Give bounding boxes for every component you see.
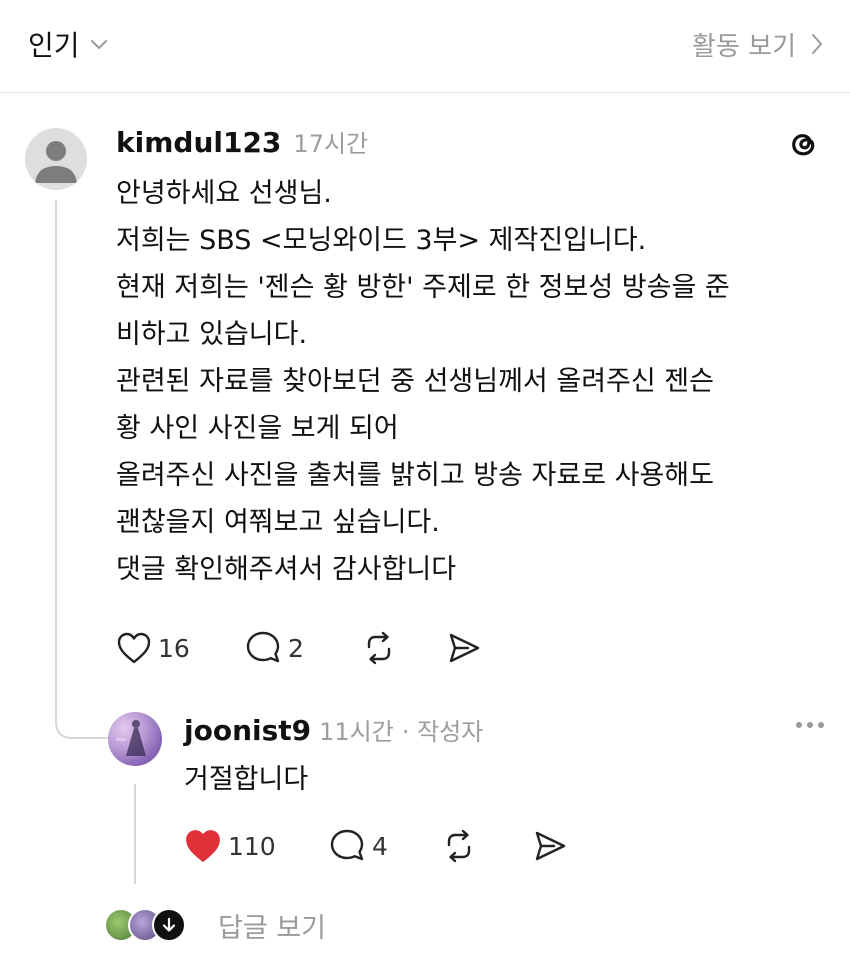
post-username[interactable]: kimdul123	[116, 126, 281, 159]
dot-icon	[807, 722, 813, 728]
post-body: 안녕하세요 선생님. 저희는 SBS <모닝와이드 3부> 제작진입니다. 현재…	[116, 170, 730, 593]
post-text-line: 올려주신 사진을 출처를 밝히고 방송 자료로 사용해도	[116, 460, 714, 491]
like-count: 110	[228, 831, 276, 861]
chevron-right-icon	[812, 34, 822, 54]
more-options-button[interactable]	[796, 716, 824, 734]
thread-curve	[55, 700, 110, 739]
repost-button[interactable]	[362, 631, 446, 665]
comment-count: 2	[288, 633, 304, 663]
reply-header: joonist9 11시간 · 작성자	[184, 712, 483, 747]
default-user-icon	[35, 141, 77, 183]
avatar-image	[116, 720, 146, 756]
chevron-down-circle-icon	[152, 908, 186, 942]
share-button[interactable]	[532, 829, 568, 863]
like-count: 16	[158, 633, 190, 663]
dot-icon	[818, 722, 824, 728]
comment-icon	[330, 829, 364, 861]
reply-avatar[interactable]	[108, 712, 162, 766]
post-text-line: 괜찮을지 여쭤보고 싶습니다.	[116, 507, 440, 538]
chevron-down-icon	[90, 40, 107, 49]
like-button[interactable]: 16	[116, 631, 244, 665]
heart-icon	[117, 632, 151, 664]
arrow-down-icon	[162, 917, 176, 932]
reply-thread-line	[134, 784, 136, 884]
repost-icon	[367, 631, 391, 665]
post-text-line: 현재 저희는 '젠슨 황 방한' 주제로 한 정보성 방송을 준	[116, 272, 730, 303]
view-replies-label: 답글 보기	[218, 912, 326, 944]
post-text-line: 저희는 SBS <모닝와이드 3부> 제작진입니다.	[116, 225, 647, 256]
threads-logo-icon[interactable]	[786, 126, 822, 162]
view-activity-link[interactable]: 활동 보기	[692, 22, 826, 66]
sort-label: 인기	[28, 29, 80, 62]
post-text-line: 황 사인 사진을 보게 되어	[116, 413, 399, 444]
dot-icon	[796, 722, 802, 728]
post-header: kimdul123 17시간	[116, 124, 368, 159]
header-divider	[0, 92, 850, 93]
comment-button[interactable]: 2	[244, 630, 362, 666]
author-badge: · 작성자	[401, 718, 484, 746]
view-activity-label: 활동 보기	[692, 31, 796, 62]
thread-line	[55, 200, 57, 720]
send-icon	[535, 831, 566, 861]
reply-timestamp: 11시간	[319, 718, 394, 746]
repost-icon	[447, 829, 471, 863]
post-text-line: 댓글 확인해주셔서 감사합니다	[116, 554, 457, 585]
reply-avatar-stack	[104, 908, 196, 942]
like-button[interactable]: 110	[184, 828, 328, 864]
post-text-line: 비하고 있습니다.	[116, 319, 308, 350]
repost-button[interactable]	[442, 829, 532, 863]
share-button[interactable]	[446, 631, 482, 665]
reply-text: 거절합니다	[184, 764, 309, 795]
post-timestamp: 17시간	[293, 130, 369, 158]
post-text-line: 안녕하세요 선생님.	[116, 178, 332, 209]
view-replies-row[interactable]: 답글 보기	[104, 905, 326, 945]
comment-count: 4	[372, 831, 388, 861]
comment-icon	[246, 631, 280, 663]
send-icon	[449, 633, 480, 663]
avatar[interactable]	[25, 128, 87, 190]
post-actions: 16 2	[116, 628, 482, 668]
heart-filled-icon	[186, 830, 220, 862]
reply-username[interactable]: joonist9	[184, 714, 311, 747]
comment-button[interactable]: 4	[328, 828, 442, 864]
reply-body: 거절합니다	[184, 756, 308, 803]
reply-actions: 110 4	[184, 826, 568, 866]
sort-dropdown[interactable]: 인기	[28, 22, 110, 66]
post-text-line: 관련된 자료를 찾아보던 중 선생님께서 올려주신 젠슨	[116, 366, 714, 397]
